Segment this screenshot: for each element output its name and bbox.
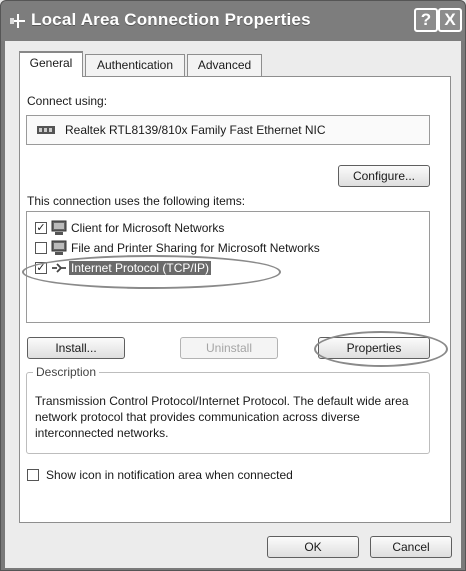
- adapter-name: Realtek RTL8139/810x Family Fast Etherne…: [65, 123, 326, 137]
- title-bar[interactable]: Local Area Connection Properties ? X: [1, 1, 465, 41]
- connect-using-label: Connect using:: [27, 94, 108, 108]
- item-checkbox[interactable]: ✓: [35, 262, 47, 274]
- network-adapter-icon: [37, 126, 55, 134]
- items-label: This connection uses the following items…: [27, 194, 246, 208]
- help-button[interactable]: ?: [414, 8, 438, 32]
- show-icon-label: Show icon in notification area when conn…: [46, 468, 293, 482]
- tab-general[interactable]: General: [19, 51, 83, 77]
- list-item[interactable]: ✓ Internet Protocol (TCP/IP): [35, 260, 425, 278]
- description-title: Description: [33, 365, 100, 379]
- item-label: Client for Microsoft Networks: [71, 221, 225, 235]
- ok-button[interactable]: OK: [267, 536, 359, 558]
- window-title: Local Area Connection Properties: [31, 10, 311, 29]
- tab-authentication[interactable]: Authentication: [85, 54, 185, 76]
- list-item[interactable]: File and Printer Sharing for Microsoft N…: [35, 240, 425, 258]
- install-button[interactable]: Install...: [27, 337, 125, 359]
- show-icon-checkbox[interactable]: [27, 469, 39, 481]
- uninstall-button[interactable]: Uninstall: [180, 337, 278, 359]
- description-text: Transmission Control Protocol/Internet P…: [35, 394, 409, 440]
- item-label: File and Printer Sharing for Microsoft N…: [71, 241, 320, 255]
- list-item[interactable]: ✓ Client for Microsoft Networks: [35, 220, 425, 238]
- description-group: Description Transmission Control Protoco…: [26, 365, 430, 454]
- properties-button[interactable]: Properties: [318, 337, 430, 359]
- item-checkbox[interactable]: [35, 242, 47, 254]
- network-connection-icon: [10, 14, 25, 28]
- tab-advanced[interactable]: Advanced: [187, 54, 262, 76]
- configure-button[interactable]: Configure...: [338, 165, 430, 187]
- properties-dialog: Local Area Connection Properties ? X Gen…: [0, 0, 466, 571]
- protocol-icon: [52, 263, 66, 273]
- item-checkbox[interactable]: ✓: [35, 222, 47, 234]
- cancel-button[interactable]: Cancel: [370, 536, 452, 558]
- components-list[interactable]: ✓ Client for Microsoft Networks File and…: [26, 211, 430, 323]
- adapter-field: Realtek RTL8139/810x Family Fast Etherne…: [26, 115, 430, 145]
- close-button[interactable]: X: [438, 8, 462, 32]
- network-client-icon: [51, 220, 67, 235]
- item-label: Internet Protocol (TCP/IP): [69, 261, 212, 275]
- dialog-client-area: General Authentication Advanced Connect …: [5, 41, 461, 568]
- file-printer-sharing-icon: [51, 240, 67, 255]
